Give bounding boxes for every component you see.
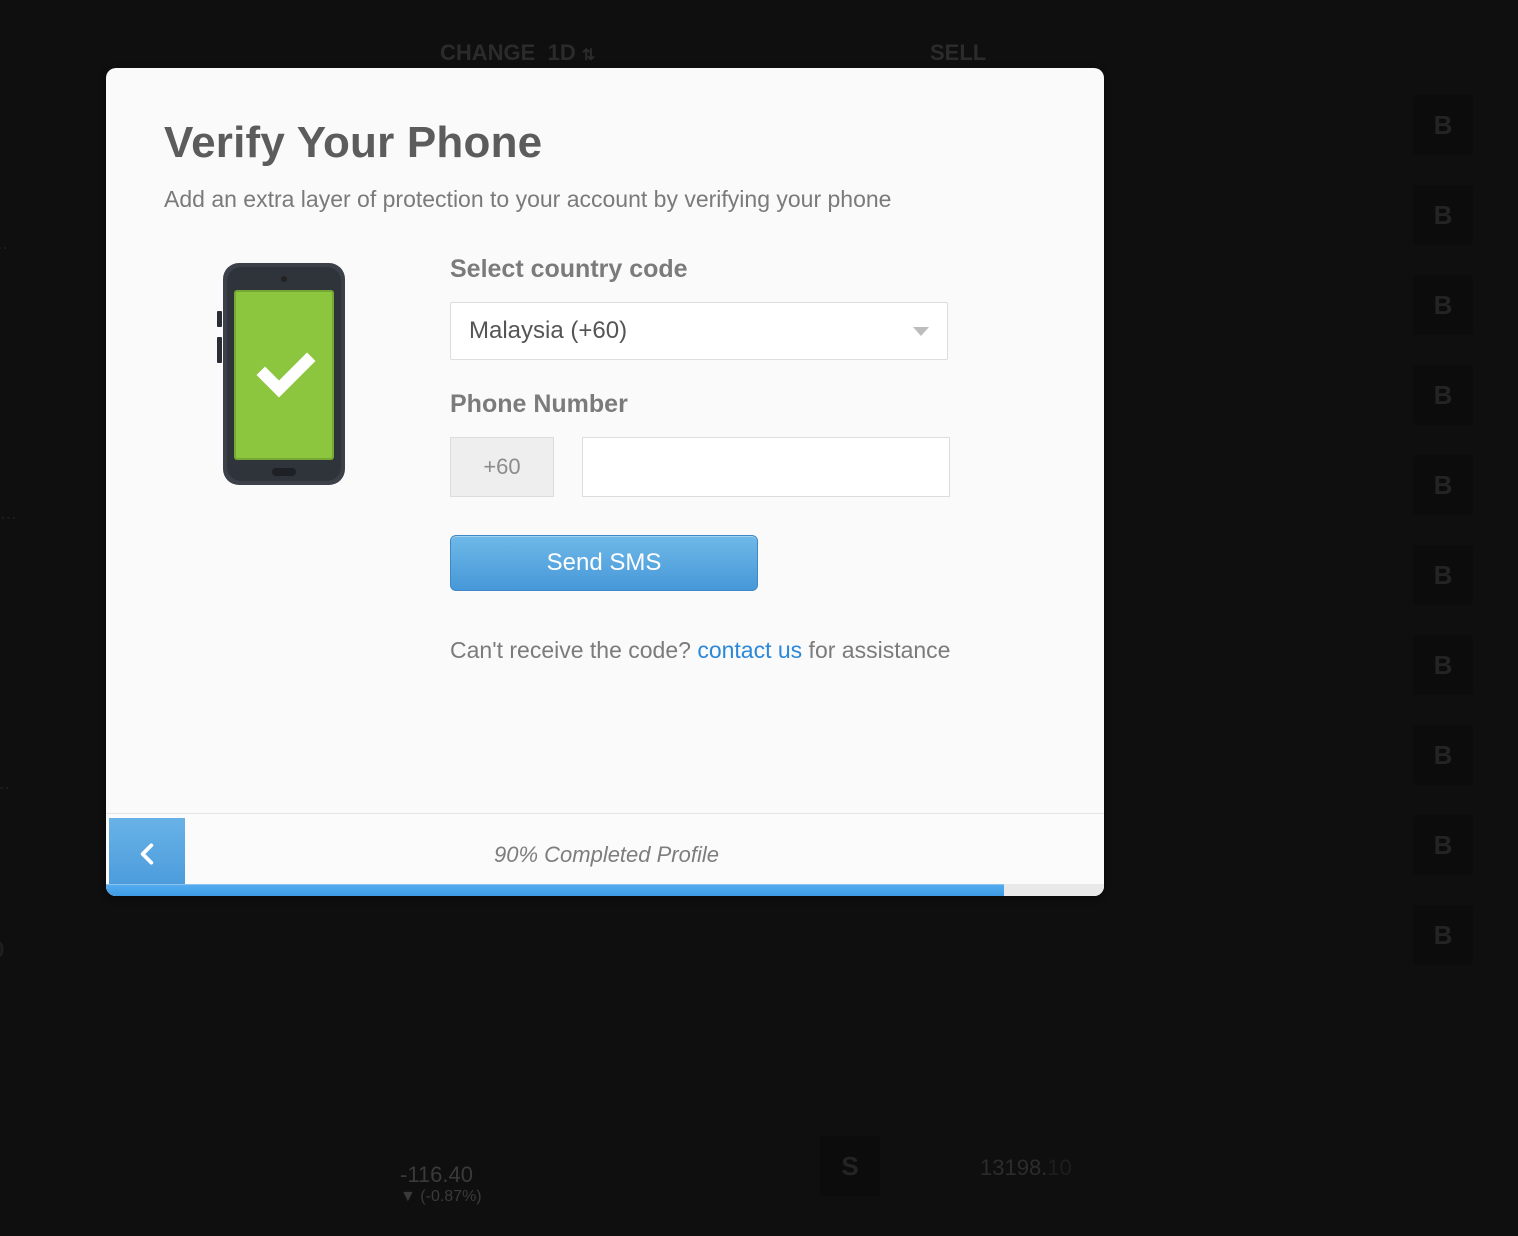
phone-check-icon <box>217 261 351 489</box>
country-code-select[interactable]: Malaysia (+60) <box>450 302 948 360</box>
col-change-period: 1D <box>548 40 576 65</box>
chevron-left-icon <box>134 841 160 867</box>
verify-form: Select country code Malaysia (+60) Phone… <box>450 255 1046 664</box>
buy-badge: B <box>1413 545 1473 605</box>
buy-badge: B <box>1413 185 1473 245</box>
phone-number-label: Phone Number <box>450 390 1046 419</box>
modal-body: Verify Your Phone Add an extra layer of … <box>106 68 1104 813</box>
chevron-down-icon <box>913 327 929 336</box>
phone-number-input[interactable] <box>582 437 950 497</box>
buy-badge: B <box>1413 275 1473 335</box>
buy-badge: B <box>1413 365 1473 425</box>
bg-change-pct: ▼ (-0.87%) <box>400 1188 482 1206</box>
send-sms-button[interactable]: Send SMS <box>450 535 758 591</box>
bg-last-change: -116.40 ▼ (-0.87%) <box>400 1162 482 1206</box>
modal-content: Select country code Malaysia (+60) Phone… <box>164 255 1046 664</box>
sell-badge: S <box>820 1136 880 1196</box>
sort-icon: ⇅ <box>582 47 595 64</box>
bg-price: 13198.10 <box>980 1155 1072 1181</box>
bg-row: SDQ100 <box>0 905 160 995</box>
country-code-label: Select country code <box>450 255 1046 284</box>
country-code-value: Malaysia (+60) <box>469 317 627 345</box>
col-change: CHANGE 1D ⇅ <box>440 40 595 66</box>
col-sell: SELL <box>930 40 986 66</box>
buy-badge: B <box>1413 815 1473 875</box>
bg-price-main: 13198. <box>980 1155 1047 1180</box>
buy-badge: B <box>1413 725 1473 785</box>
modal-title: Verify Your Phone <box>164 118 1046 168</box>
back-button[interactable] <box>109 818 185 890</box>
help-prefix: Can't receive the code? <box>450 637 697 663</box>
progress-bar <box>106 884 1104 896</box>
bg-change-value: -116.40 <box>400 1162 482 1188</box>
modal-subtitle: Add an extra layer of protection to your… <box>164 186 1046 213</box>
progress-fill <box>106 884 1004 896</box>
bg-price-dec: 10 <box>1047 1155 1071 1180</box>
modal-footer: 90% Completed Profile <box>106 813 1104 896</box>
buy-badge: B <box>1413 95 1473 155</box>
bg-buy-col: BBBBBBBBBB <box>1413 95 1518 995</box>
phone-illustration <box>164 255 404 664</box>
contact-us-link[interactable]: contact us <box>697 637 802 663</box>
help-line: Can't receive the code? contact us for a… <box>450 637 1046 664</box>
verify-phone-modal: Verify Your Phone Add an extra layer of … <box>106 68 1104 896</box>
progress-label: 90% Completed Profile <box>185 842 1104 868</box>
col-change-label: CHANGE <box>440 40 535 65</box>
buy-badge: B <box>1413 455 1473 515</box>
buy-badge: B <box>1413 635 1473 695</box>
help-suffix: for assistance <box>802 637 950 663</box>
phone-prefix: +60 <box>450 437 554 497</box>
buy-badge: B <box>1413 905 1473 965</box>
phone-row: +60 <box>450 437 1046 497</box>
